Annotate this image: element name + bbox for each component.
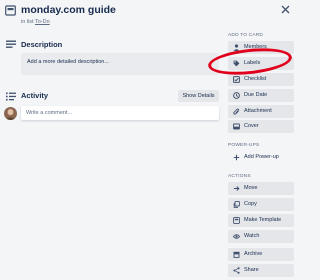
comment-input[interactable]: Write a comment... [21,106,219,120]
activity-icon [6,92,16,101]
checklist-button[interactable]: Checklist [228,73,294,86]
plus-icon [233,154,240,161]
copy-icon [233,201,240,208]
copy-button[interactable]: Copy [228,198,294,211]
watch-label: Watch [244,233,260,239]
list-prefix: in list [21,19,34,25]
attachment-label: Attachment [244,108,272,114]
paperclip-icon [233,108,240,115]
add-to-card-heading: ADD TO CARD [228,33,264,38]
attachment-button[interactable]: Attachment [228,105,294,118]
description-icon [6,40,16,49]
make-template-button[interactable]: Make Template [228,214,294,227]
card-title[interactable]: monday.com guide [21,4,116,16]
activity-heading: Activity [21,91,49,100]
actions-heading: ACTIONS [228,174,251,179]
image-icon [233,123,240,130]
checkbox-icon [233,76,240,83]
archive-button[interactable]: Archive [228,248,294,261]
template-icon [233,217,240,224]
move-label: Move [244,185,258,191]
add-power-up-label: Add Power-up [244,154,279,160]
archive-icon [233,251,240,258]
power-ups-heading: POWER-UPS [228,143,260,148]
make-template-label: Make Template [244,217,282,223]
watch-button[interactable]: Watch [228,230,294,243]
show-details-button[interactable]: Show Details [178,90,219,102]
share-button[interactable]: Share [228,264,294,277]
eye-icon [233,233,240,240]
cover-button[interactable]: Cover [228,120,294,133]
list-link[interactable]: To-Do [35,19,50,25]
due-date-button[interactable]: Due Date [228,89,294,102]
description-heading: Description [21,40,63,49]
due-date-label: Due Date [244,92,268,98]
description-field[interactable]: Add a more detailed description... [21,53,219,75]
clock-icon [233,92,240,99]
avatar[interactable] [4,107,17,120]
arrow-right-icon [233,185,240,192]
card-list-info: in list To-Do [21,19,50,25]
checklist-label: Checklist [244,76,267,82]
archive-label: Archive [244,251,263,257]
share-icon [233,267,240,274]
add-power-up-button[interactable]: Add Power-up [228,151,294,164]
share-label: Share [244,267,259,273]
close-icon[interactable] [280,4,291,15]
move-button[interactable]: Move [228,182,294,195]
cover-label: Cover [244,123,259,129]
card-icon [5,5,16,16]
copy-label: Copy [244,201,257,207]
